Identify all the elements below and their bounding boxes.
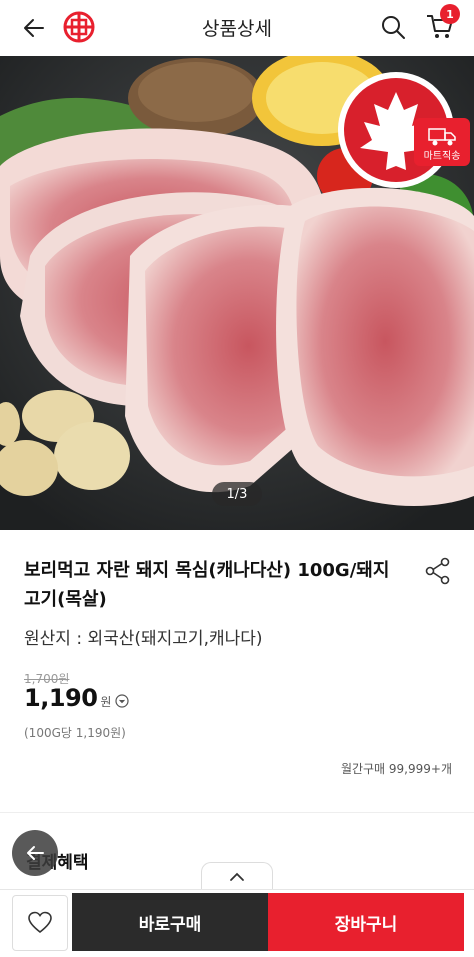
delivery-badge-label: 마트직송	[423, 151, 461, 162]
price-currency: 원	[100, 695, 112, 709]
unit-price: (100G당 1,190원)	[24, 726, 126, 740]
bottom-action-bar: 바로구매 장바구니	[0, 889, 474, 957]
add-to-cart-button[interactable]: 장바구니	[268, 893, 464, 951]
expand-panel-tab[interactable]	[201, 862, 273, 890]
share-icon	[425, 557, 450, 585]
price-detail-toggle[interactable]	[115, 694, 130, 708]
cart-button[interactable]: 1	[422, 4, 460, 44]
search-button[interactable]	[376, 10, 410, 44]
chevron-up-icon	[230, 872, 244, 881]
origin-info: 원산지 : 외국산(돼지고기,캐나다)	[24, 629, 263, 649]
chevron-down-circle-icon	[115, 694, 130, 708]
sale-price: 1,190	[24, 684, 98, 712]
monthly-sales: 월간구매 99,999+개	[340, 762, 452, 776]
image-pager: 1/3	[212, 482, 262, 506]
cart-count-badge: 1	[440, 4, 460, 24]
wishlist-button[interactable]	[12, 895, 68, 951]
top-app-bar: 상품상세 1	[0, 0, 474, 56]
mart-delivery-badge: 마트직송	[414, 118, 470, 166]
section-divider	[0, 812, 474, 813]
buy-now-button[interactable]: 바로구매	[72, 893, 268, 951]
arrow-left-icon	[27, 846, 44, 860]
product-photo	[0, 56, 474, 530]
price-row: 1,190 원	[24, 684, 130, 712]
search-icon	[382, 16, 405, 39]
delivery-truck-icon	[428, 128, 456, 146]
floating-back-button[interactable]	[12, 830, 58, 876]
share-button[interactable]	[424, 556, 452, 586]
product-image-carousel[interactable]: 마트직송	[0, 56, 474, 530]
heart-icon	[28, 911, 52, 934]
product-title: 보리먹고 자란 돼지 목심(캐나다산) 100G/돼지고기(목살)	[24, 560, 390, 610]
